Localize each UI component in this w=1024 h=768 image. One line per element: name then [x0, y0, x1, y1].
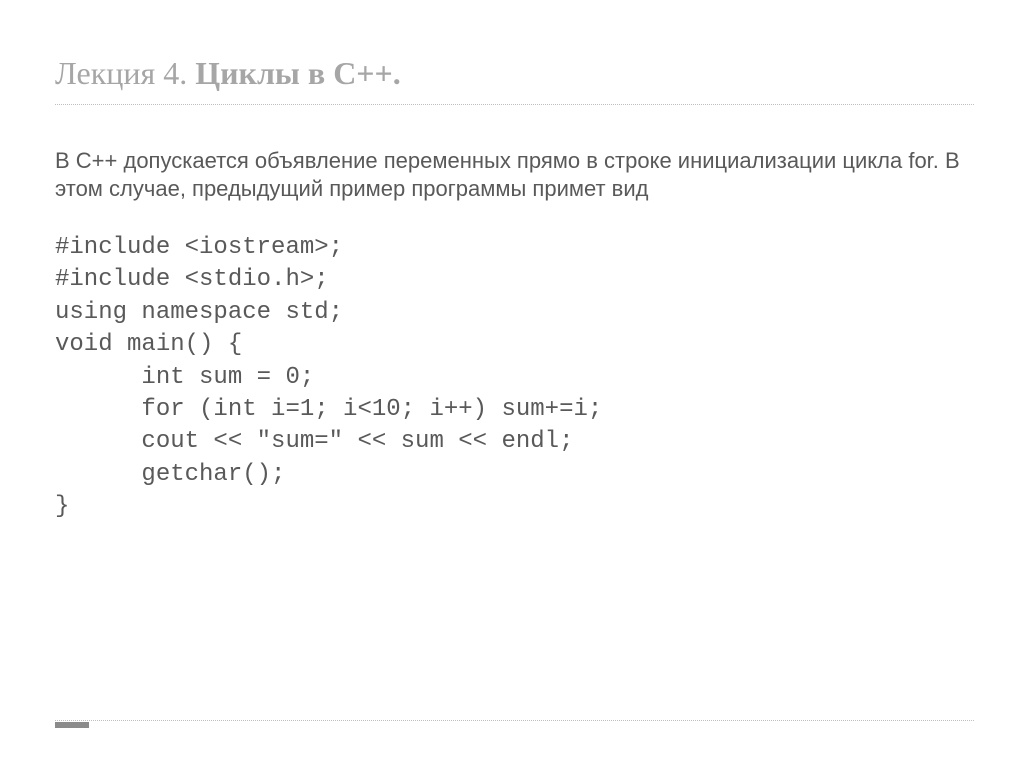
slide-title: Лекция 4. Циклы в С++. [55, 55, 974, 105]
intro-paragraph: В С++ допускается объявление переменных … [55, 147, 974, 202]
code-block: #include <iostream>; #include <stdio.h>;… [55, 232, 974, 524]
title-prefix: Лекция 4. [55, 55, 195, 91]
bottom-divider [55, 720, 974, 728]
title-bold: Циклы в С++. [195, 55, 401, 91]
bottom-accent [55, 722, 89, 728]
slide: Лекция 4. Циклы в С++. В С++ допускается… [0, 0, 1024, 564]
